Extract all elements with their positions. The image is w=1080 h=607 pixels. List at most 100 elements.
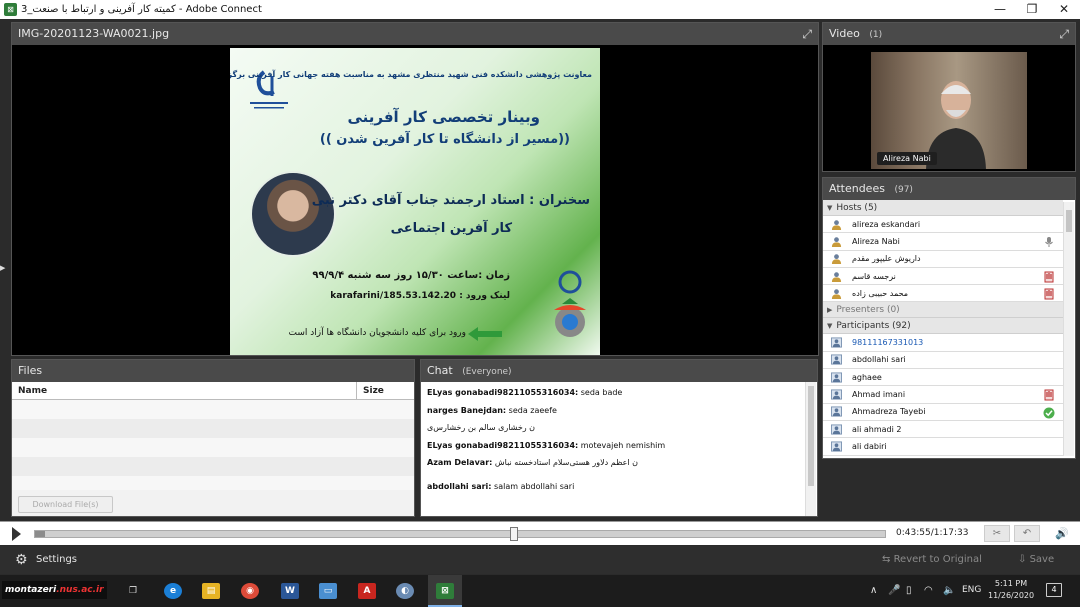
chat-message: abdollahi sari: salam abdollahi sari (427, 482, 799, 500)
gear-icon[interactable]: ⚙ (15, 552, 28, 568)
clock-date: 11/26/2020 (988, 591, 1035, 600)
chat-message: ELyas gonabadi98211055316034: motevajeh … (427, 441, 799, 459)
participant-icon (831, 424, 842, 435)
undo-icon[interactable]: ↶ (1014, 525, 1040, 542)
participant-icon (831, 337, 842, 348)
share-pod-header: IMG-20201123-WA0021.jpg ⤢ (12, 23, 818, 45)
timeline-knob[interactable] (510, 527, 518, 541)
close-button[interactable]: ✕ (1048, 0, 1080, 19)
site-watermark: montazeri.nus.ac.ir (2, 581, 107, 599)
webinar-poster: معاونت پژوهشی دانشکده فنی شهید منتظری مش… (230, 48, 600, 355)
chat-sender: abdollahi sari: (427, 481, 492, 491)
photos-icon[interactable]: ▭ (319, 583, 337, 599)
volume-icon[interactable]: 🔊 (1055, 527, 1069, 540)
window-titlebar: ⊠ کمیته کار آفرینی و ارتباط با صنعت_3 - … (0, 0, 1080, 19)
settings-button[interactable]: Settings (36, 554, 77, 565)
files-column-header: Name Size (12, 382, 414, 400)
collapse-handle-icon[interactable]: ▶ (0, 260, 8, 276)
cut-icon[interactable]: ✂ (984, 525, 1010, 542)
poster-line-speaker-role: کار آفرین اجتماعی (390, 221, 512, 236)
attendee-row[interactable]: Ahmad imani (823, 386, 1063, 404)
host-icon (831, 254, 842, 265)
chat-text: seda bade (578, 388, 623, 397)
caret-right-icon: ▶ (827, 306, 833, 315)
host-icon (831, 219, 842, 230)
attendee-row[interactable]: 98111167331013 (823, 334, 1063, 352)
faculty-logo-icon (554, 270, 586, 337)
poster-line-organizer: معاونت پژوهشی دانشکده فنی شهید منتظری مش… (230, 70, 592, 79)
speaker-icon[interactable]: 🔈 (943, 585, 955, 596)
raise-hand-icon (1044, 288, 1054, 300)
save-button[interactable]: ⇩ Save (1018, 554, 1054, 565)
attendee-row[interactable]: نرجسه قاسم (823, 268, 1063, 286)
settings-bar: ⚙ Settings ⇆ Revert to Original ⇩ Save (0, 546, 1080, 574)
chat-sender: ELyas gonabadi98211055316034: (427, 440, 579, 450)
timeline-track[interactable] (34, 527, 886, 541)
attendee-name: 98111167331013 (852, 338, 924, 348)
minimize-button[interactable]: — (984, 0, 1016, 19)
expand-icon[interactable]: ⤢ (802, 23, 812, 45)
chat-message: ن رخشاری‌ سالم بن رخشارس‌ی (427, 423, 799, 441)
attendees-count: (97) (894, 185, 913, 195)
download-files-button[interactable]: Download File(s) (18, 496, 113, 513)
language-indicator[interactable]: ENG (962, 585, 981, 595)
attendee-row[interactable]: Ahmadreza Tayebi (823, 404, 1063, 421)
scroll-thumb[interactable] (1066, 210, 1072, 232)
clock-time: 5:11 PM (994, 579, 1028, 588)
scroll-thumb[interactable] (808, 386, 814, 486)
network-icon[interactable]: ▯ (906, 585, 912, 596)
wifi-icon[interactable]: ◠ (924, 585, 933, 596)
microphone-icon[interactable]: 🎤 (888, 585, 900, 596)
participants-group-header[interactable]: ▼ Participants (92) (823, 318, 1063, 335)
share-pod: IMG-20201123-WA0021.jpg ⤢ معاونت پژوهشی … (11, 22, 819, 356)
attendee-row[interactable]: ali dabiri (823, 438, 1063, 456)
attendee-row[interactable]: abdollahi sari (823, 352, 1063, 370)
word-icon[interactable]: W (281, 583, 299, 599)
column-size[interactable]: Size (356, 382, 384, 400)
chat-text: ن رخشاری‌ سالم بن رخشارس‌ی (427, 423, 536, 432)
participant-icon (831, 354, 842, 365)
attendee-name: abdollahi sari (852, 355, 906, 365)
poster-line-time: زمان :ساعت ۱۵/۳۰ روز سه شنبه ۹۹/۹/۴ (312, 270, 510, 281)
notification-icon[interactable]: 4 (1046, 583, 1062, 597)
attendees-pod-title: Attendees (829, 182, 885, 195)
attendee-row[interactable]: داریوش علیپور مقدم (823, 251, 1063, 268)
play-icon[interactable] (12, 527, 21, 541)
attendee-row[interactable]: محمد حبیبی زاده (823, 285, 1063, 303)
system-clock[interactable]: 5:11 PM 11/26/2020 (988, 578, 1034, 602)
attendee-row[interactable]: ali ahmadi 2 (823, 421, 1063, 439)
file-explorer-icon[interactable]: ▤ (202, 583, 220, 599)
column-name[interactable]: Name (18, 386, 47, 396)
presenters-group-header[interactable]: ▶ Presenters (0) (823, 302, 1063, 319)
video-name-badge: Alireza Nabi (877, 152, 937, 165)
video-pod-title: Video (829, 27, 860, 40)
files-pod-title: Files (18, 364, 43, 377)
poster-line-title: وبینار تخصصی کار آفرینی (347, 108, 540, 126)
edge-icon[interactable]: e (164, 583, 182, 599)
task-view-icon[interactable]: ❐ (124, 583, 142, 599)
attendee-row[interactable]: aghaee (823, 369, 1063, 387)
maximize-button[interactable]: ❐ (1016, 0, 1048, 19)
chrome-icon[interactable]: ◉ (241, 583, 259, 599)
attendee-row[interactable]: alireza eskandari (823, 216, 1063, 234)
attendees-pod: Attendees (97) ▼ Hosts (5) alireza eskand… (822, 177, 1076, 459)
poster-line-access: ورود برای کلیه دانشجویان دانشگاه ها آزاد… (288, 328, 466, 338)
playback-bar: 0:43:55/1:17:33 ✂ ↶ 🔊 (0, 521, 1080, 545)
chat-scrollbar[interactable] (805, 382, 816, 516)
playback-time: 0:43:55/1:17:33 (896, 528, 969, 538)
poster-line-speaker: سخنران : استاد ارجمند جناب آقای دکتر نبی (311, 193, 590, 208)
revert-to-original-button[interactable]: ⇆ Revert to Original (882, 554, 982, 565)
chat-pod-header: Chat (Everyone) (421, 360, 817, 382)
chevron-up-icon[interactable]: ∧ (870, 585, 877, 596)
expand-icon[interactable]: ⤢ (1059, 23, 1069, 45)
attendee-name: داریوش علیپور مقدم (852, 254, 921, 264)
video-pod: Video (1) ⤢ Alireza Nabi (822, 22, 1076, 172)
attendee-row[interactable]: Alireza Nabi (823, 233, 1063, 251)
acrobat-icon[interactable]: A (358, 583, 376, 599)
chat-text: motevajeh nemishim (578, 440, 666, 450)
adobe-connect-taskbar-icon[interactable]: ⊠ (436, 583, 454, 599)
hosts-group-header[interactable]: ▼ Hosts (5) (823, 200, 1063, 216)
media-icon[interactable]: ◐ (396, 583, 414, 599)
attendees-scrollbar[interactable] (1063, 202, 1074, 456)
attendee-name: Ahmadreza Tayebi (852, 407, 926, 417)
